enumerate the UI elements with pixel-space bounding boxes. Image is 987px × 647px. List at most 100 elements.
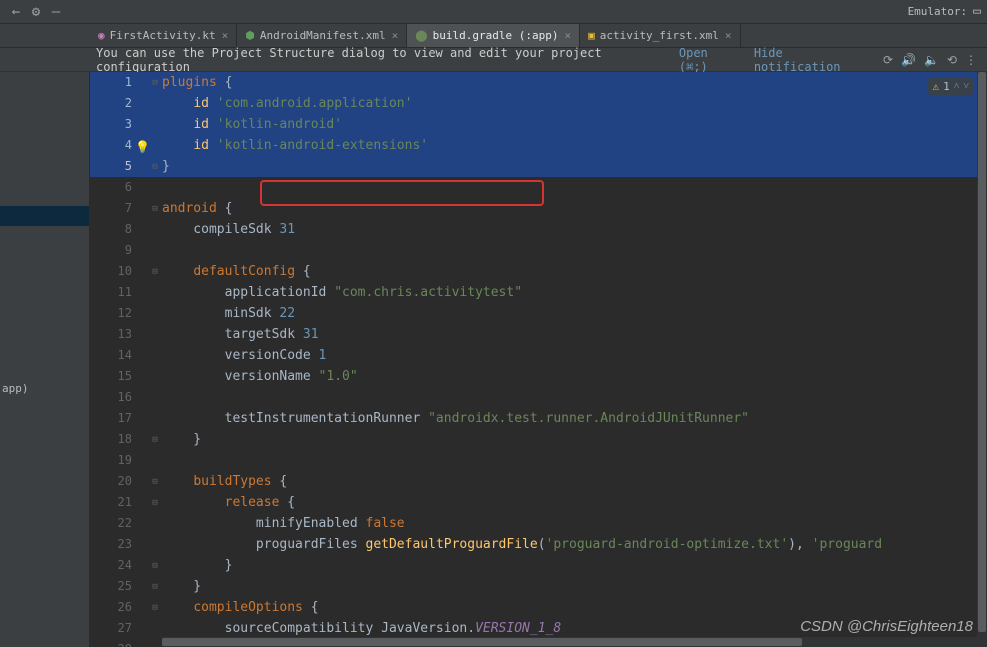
close-icon[interactable]: × [564,29,571,42]
warning-count: 1 [943,80,950,93]
code-line[interactable]: defaultConfig { [162,261,975,282]
hscroll-thumb[interactable] [162,638,802,646]
fold-marker[interactable]: ⊟ [148,261,162,282]
main-area: app) 1234💡567891011121314151617181920212… [0,72,987,647]
mute-icon[interactable]: 🔈 [924,53,939,67]
phone-icon[interactable]: ▭ [973,4,981,19]
code-line[interactable]: versionName "1.0" [162,366,975,387]
line-number: 25 [90,576,148,597]
code-line[interactable]: buildTypes { [162,471,975,492]
volume-icon[interactable]: 🔊 [901,53,916,67]
code-line[interactable]: minifyEnabled false [162,513,975,534]
fold-marker[interactable]: ⊟ [148,72,162,93]
code-line[interactable]: sourceCompatibility JavaVersion.VERSION_… [162,618,975,639]
code-line[interactable] [162,450,975,471]
line-number: 26 [90,597,148,618]
code-line[interactable]: targetSdk 31 [162,324,975,345]
tab-build-gradle-app-[interactable]: ⬤build.gradle (:app)× [407,24,580,47]
line-number: 18 [90,429,148,450]
code-line[interactable]: id 'com.android.application' [162,93,975,114]
emulator-label: Emulator: [908,5,968,18]
project-highlight [0,206,89,226]
close-icon[interactable]: × [725,29,732,42]
vertical-scrollbar[interactable] [977,72,987,647]
code-line[interactable]: compileOptions { [162,597,975,618]
code-line[interactable]: android { [162,198,975,219]
fold-marker [148,618,162,639]
tab-label: activity_first.xml [600,29,719,42]
warning-icon: ⚠ [932,80,939,93]
line-number: 9 [90,240,148,261]
line-number: 22 [90,513,148,534]
vscroll-thumb[interactable] [978,72,986,632]
chevron-up-icon[interactable]: ˄ [954,81,960,92]
code-line[interactable]: versionCode 1 [162,345,975,366]
fold-marker[interactable]: ⊟ [148,555,162,576]
inspection-badge[interactable]: ⚠ 1 ˄ ˅ [928,78,973,95]
code-line[interactable] [162,177,975,198]
minimize-icon[interactable]: — [46,4,66,20]
notification-hide-link[interactable]: Hide notification [754,46,869,74]
code-line[interactable]: id 'kotlin-android-extensions' [162,135,975,156]
fold-marker[interactable]: ⊟ [148,198,162,219]
line-number: 21 [90,492,148,513]
code-line[interactable] [162,240,975,261]
fold-marker[interactable]: ⊟ [148,429,162,450]
code-line[interactable]: proguardFiles getDefaultProguardFile('pr… [162,534,975,555]
code-line[interactable]: plugins { [162,72,975,93]
code-line[interactable]: minSdk 22 [162,303,975,324]
rotate-icon[interactable]: ⟲ [947,53,957,67]
fold-marker[interactable]: ⊟ [148,471,162,492]
chevron-down-icon[interactable]: ˅ [963,81,969,92]
line-number: 13 [90,324,148,345]
code-line[interactable]: testInstrumentationRunner "androidx.test… [162,408,975,429]
code-line[interactable]: applicationId "com.chris.activitytest" [162,282,975,303]
code-area[interactable]: plugins { id 'com.android.application' i… [162,72,975,647]
gradle-file-icon: ⬤ [415,29,427,42]
notification-bar: You can use the Project Structure dialog… [0,48,987,72]
project-label: app) [2,382,29,395]
code-line[interactable]: release { [162,492,975,513]
horizontal-scrollbar[interactable] [162,637,977,647]
code-line[interactable]: } [162,555,975,576]
line-number: 14 [90,345,148,366]
tab-label: FirstActivity.kt [110,29,216,42]
line-number: 8 [90,219,148,240]
code-line[interactable]: } [162,156,975,177]
close-icon[interactable]: × [392,29,399,42]
editor-pane[interactable]: 1234💡56789101112131415161718192021222324… [90,72,987,647]
top-toolbar: ← ⚙ — Emulator: ▭ [0,0,987,24]
fold-marker [148,93,162,114]
fold-marker[interactable]: ⊟ [148,576,162,597]
fold-marker[interactable]: ⊟ [148,156,162,177]
fold-marker[interactable]: ⊟ [148,597,162,618]
line-number: 4💡 [90,135,148,156]
line-number: 17 [90,408,148,429]
line-number: 28 [90,639,148,647]
code-line[interactable]: compileSdk 31 [162,219,975,240]
code-line[interactable]: } [162,429,975,450]
fold-marker[interactable]: ⊟ [148,492,162,513]
code-line[interactable] [162,387,975,408]
line-number: 3 [90,114,148,135]
notification-open-link[interactable]: Open (⌘;) [679,46,740,74]
more-icon[interactable]: ⋮ [965,53,977,67]
gear-icon[interactable]: ⚙ [26,4,46,20]
line-number: 15 [90,366,148,387]
code-line[interactable]: } [162,576,975,597]
tab-activity-first-xml[interactable]: ▣activity_first.xml× [580,24,740,47]
tab-androidmanifest-xml[interactable]: ⬢AndroidManifest.xml× [237,24,407,47]
fold-marker [148,408,162,429]
line-number: 10 [90,261,148,282]
reload-icon[interactable]: ⟳ [883,53,893,67]
ide-window: ← ⚙ — Emulator: ▭ ◉FirstActivity.kt×⬢And… [0,0,987,647]
line-number: 2 [90,93,148,114]
line-number: 23 [90,534,148,555]
fold-marker [148,450,162,471]
back-icon[interactable]: ← [6,4,26,20]
close-icon[interactable]: × [222,29,229,42]
fold-marker [148,639,162,647]
line-number: 11 [90,282,148,303]
tab-firstactivity-kt[interactable]: ◉FirstActivity.kt× [90,24,237,47]
code-line[interactable]: id 'kotlin-android' [162,114,975,135]
